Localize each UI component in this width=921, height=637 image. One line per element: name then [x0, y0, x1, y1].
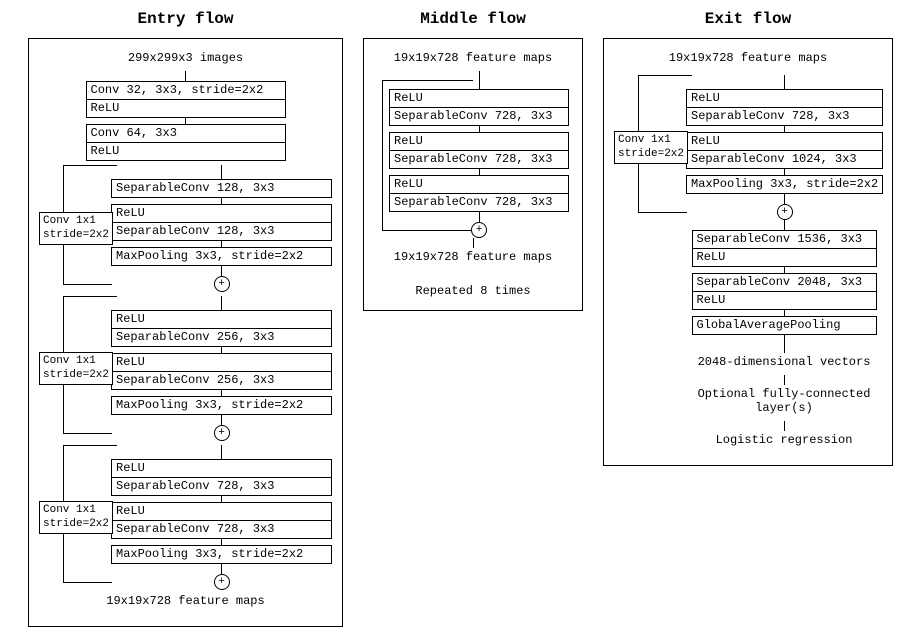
- add-icon: +: [214, 276, 230, 292]
- sepconv-op: SeparableConv 728, 3x3: [687, 108, 882, 125]
- middle-title: Middle flow: [420, 10, 526, 28]
- relu-op: ReLU: [693, 249, 876, 266]
- conv-op: Conv 64, 3x3: [87, 125, 285, 143]
- sepconv-op: SeparableConv 1536, 3x3: [693, 231, 876, 249]
- middle-block: ReLU SeparableConv 728, 3x3 ReLU Separab…: [374, 71, 572, 238]
- connector: [221, 165, 222, 179]
- skip-conv: Conv 1x1stride=2x2: [39, 212, 113, 244]
- sepconv-op: SeparableConv 728, 3x3: [390, 194, 568, 211]
- relu-op: ReLU: [390, 90, 568, 108]
- relu-op: ReLU: [687, 90, 882, 108]
- relu-op: ReLU: [112, 460, 331, 478]
- exit-panel: 19x19x728 feature maps Conv 1x1stride=2x…: [603, 38, 893, 466]
- entry-block-1: Conv 1x1stride=2x2 SeparableConv 128, 3x…: [39, 165, 332, 292]
- sepconv-op: SeparableConv 728, 3x3: [390, 108, 568, 125]
- relu-op: ReLU: [390, 133, 568, 151]
- maxpool-op: MaxPooling 3x3, stride=2x2: [111, 396, 332, 415]
- relu-op: ReLU: [112, 354, 331, 372]
- entry-flow-column: Entry flow 299x299x3 images Conv 32, 3x3…: [28, 10, 343, 627]
- gap-op: GlobalAveragePooling: [692, 316, 877, 335]
- relu-op: ReLU: [693, 292, 876, 309]
- sepconv-op: SeparableConv 128, 3x3: [111, 179, 332, 198]
- connector: [185, 71, 186, 81]
- add-icon: +: [214, 425, 230, 441]
- exit-flow-column: Exit flow 19x19x728 feature maps Conv 1x…: [603, 10, 893, 466]
- add-icon: +: [471, 222, 487, 238]
- maxpool-op: MaxPooling 3x3, stride=2x2: [111, 247, 332, 266]
- middle-output-label: 19x19x728 feature maps: [394, 250, 552, 264]
- relu-op: ReLU: [87, 100, 285, 117]
- conv-op: Conv 32, 3x3, stride=2x2: [87, 82, 285, 100]
- middle-input-label: 19x19x728 feature maps: [394, 51, 552, 65]
- relu-op: ReLU: [87, 143, 285, 160]
- relu-op: ReLU: [112, 503, 331, 521]
- sepconv-op: SeparableConv 256, 3x3: [112, 329, 331, 346]
- maxpool-op: MaxPooling 3x3, stride=2x2: [111, 545, 332, 564]
- middle-flow-column: Middle flow 19x19x728 feature maps ReLU …: [363, 10, 583, 311]
- relu-op: ReLU: [390, 176, 568, 194]
- sepconv-op: SeparableConv 728, 3x3: [390, 151, 568, 168]
- skip-conv: Conv 1x1stride=2x2: [39, 352, 113, 384]
- middle-repeat-label: Repeated 8 times: [415, 284, 530, 298]
- exit-title: Exit flow: [705, 10, 791, 28]
- entry-block-2: Conv 1x1stride=2x2 ReLU SeparableConv 25…: [39, 296, 332, 441]
- sepconv-op: SeparableConv 256, 3x3: [112, 372, 331, 389]
- sepconv-op: SeparableConv 728, 3x3: [112, 521, 331, 538]
- skip-conv: Conv 1x1stride=2x2: [39, 501, 113, 533]
- entry-input-label: 299x299x3 images: [128, 51, 243, 65]
- add-icon: +: [777, 204, 793, 220]
- sepconv-op: SeparableConv 128, 3x3: [112, 223, 331, 240]
- relu-op: ReLU: [112, 205, 331, 223]
- skip-conv: Conv 1x1stride=2x2: [614, 131, 688, 163]
- exit-input-label: 19x19x728 feature maps: [669, 51, 827, 65]
- sepconv-op: SeparableConv 1024, 3x3: [687, 151, 882, 168]
- entry-title: Entry flow: [137, 10, 233, 28]
- middle-panel: 19x19x728 feature maps ReLU SeparableCon…: [363, 38, 583, 311]
- relu-op: ReLU: [112, 311, 331, 329]
- maxpool-op: MaxPooling 3x3, stride=2x2: [686, 175, 883, 194]
- add-icon: +: [214, 574, 230, 590]
- sepconv-op: SeparableConv 2048, 3x3: [693, 274, 876, 292]
- exit-vec-label: 2048-dimensional vectors: [692, 355, 877, 369]
- entry-output-label: 19x19x728 feature maps: [106, 594, 264, 608]
- relu-op: ReLU: [687, 133, 882, 151]
- exit-fc-label: Optional fully-connected layer(s): [692, 387, 877, 415]
- sepconv-op: SeparableConv 728, 3x3: [112, 478, 331, 495]
- exit-lr-label: Logistic regression: [692, 433, 877, 447]
- exit-block: Conv 1x1stride=2x2 ReLU SeparableConv 72…: [614, 75, 882, 220]
- entry-block-3: Conv 1x1stride=2x2 ReLU SeparableConv 72…: [39, 445, 332, 590]
- entry-panel: 299x299x3 images Conv 32, 3x3, stride=2x…: [28, 38, 343, 627]
